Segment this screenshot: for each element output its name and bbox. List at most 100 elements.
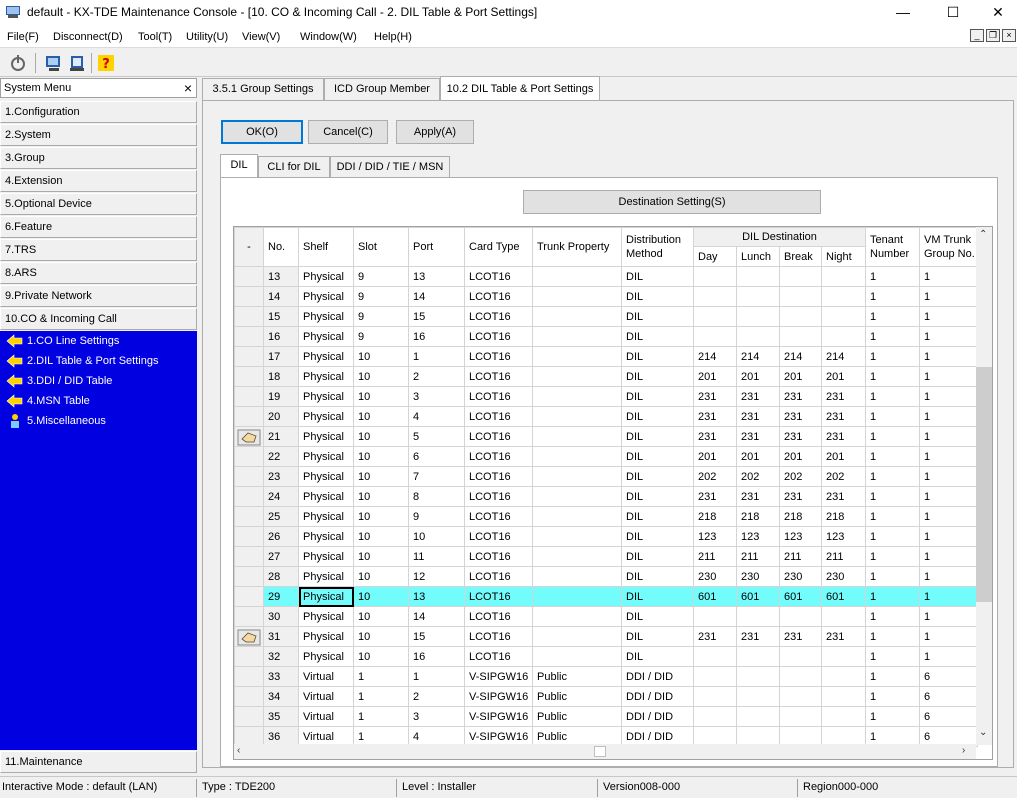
row-selector[interactable] xyxy=(234,486,264,507)
scroll-left-icon[interactable]: ‹ xyxy=(237,745,240,756)
cell-break[interactable] xyxy=(779,286,822,307)
cell-lunch[interactable] xyxy=(736,306,780,327)
cell-slot[interactable]: 10 xyxy=(353,426,409,447)
cell-slot[interactable]: 10 xyxy=(353,506,409,527)
cell-port[interactable]: 15 xyxy=(408,626,465,647)
cell-vm-trunk-group[interactable]: 1 xyxy=(919,486,978,507)
row-selector[interactable] xyxy=(234,326,264,347)
mdi-close-icon[interactable]: × xyxy=(1002,29,1016,42)
cell-vm-trunk-group[interactable]: 1 xyxy=(919,286,978,307)
cell-night[interactable]: 230 xyxy=(821,566,866,587)
cell-card-type[interactable]: LCOT16 xyxy=(464,646,533,667)
cell-card-type[interactable]: LCOT16 xyxy=(464,346,533,367)
menu-disconnect[interactable]: Disconnect(D) xyxy=(53,31,123,43)
cell-vm-trunk-group[interactable]: 1 xyxy=(919,326,978,347)
cell-vm-trunk-group[interactable]: 1 xyxy=(919,406,978,427)
cell-vm-trunk-group[interactable]: 1 xyxy=(919,566,978,587)
cell-tenant-number[interactable]: 1 xyxy=(865,306,920,327)
table-row[interactable]: 22 Physical 10 6 LCOT16 DIL 201 201 201 201 1 1 xyxy=(234,446,978,467)
cell-lunch[interactable]: 202 xyxy=(736,466,780,487)
cell-night[interactable]: 601 xyxy=(821,586,866,607)
maximize-button[interactable]: ☐ xyxy=(930,0,976,26)
cell-trunk-property[interactable] xyxy=(532,626,622,647)
cell-port[interactable]: 12 xyxy=(408,566,465,587)
cell-night[interactable] xyxy=(821,666,866,687)
row-selector[interactable] xyxy=(234,266,264,287)
sidebar-item-extension[interactable]: 4.Extension xyxy=(0,170,197,192)
row-selector[interactable] xyxy=(234,426,264,447)
sidebar-item-feature[interactable]: 6.Feature xyxy=(0,216,197,238)
cell-night[interactable] xyxy=(821,326,866,347)
cell-tenant-number[interactable]: 1 xyxy=(865,566,920,587)
cell-slot[interactable]: 10 xyxy=(353,546,409,567)
cell-port[interactable]: 3 xyxy=(408,706,465,727)
cell-distribution-method[interactable]: DIL xyxy=(621,646,694,667)
cell-slot[interactable]: 9 xyxy=(353,306,409,327)
cell-day[interactable]: 123 xyxy=(693,526,737,547)
cell-port[interactable]: 1 xyxy=(408,666,465,687)
cell-shelf[interactable]: Physical xyxy=(298,646,354,667)
cell-distribution-method[interactable]: DIL xyxy=(621,426,694,447)
cell-distribution-method[interactable]: DIL xyxy=(621,606,694,627)
cell-night[interactable] xyxy=(821,686,866,707)
close-button[interactable]: ✕ xyxy=(975,0,1017,26)
cell-trunk-property[interactable] xyxy=(532,366,622,387)
cell-vm-trunk-group[interactable]: 1 xyxy=(919,446,978,467)
cell-port[interactable]: 14 xyxy=(408,286,465,307)
row-selector[interactable] xyxy=(234,526,264,547)
cell-distribution-method[interactable]: DIL xyxy=(621,466,694,487)
row-selector[interactable] xyxy=(234,566,264,587)
cell-distribution-method[interactable]: DIL xyxy=(621,526,694,547)
cell-tenant-number[interactable]: 1 xyxy=(865,586,920,607)
table-row[interactable]: 26 Physical 10 10 LCOT16 DIL 123 123 123 123 1 1 xyxy=(234,526,978,547)
row-selector[interactable] xyxy=(234,506,264,527)
cell-day[interactable]: 231 xyxy=(693,426,737,447)
cell-shelf[interactable]: Physical xyxy=(298,446,354,467)
table-row[interactable]: 21 Physical 10 5 LCOT16 DIL 231 231 231 231 1 1 xyxy=(234,426,978,447)
horizontal-scroll-thumb[interactable] xyxy=(594,746,606,757)
table-row[interactable]: 35 Virtual 1 3 V-SIPGW16 Public DDI / DID 1 6 xyxy=(234,706,978,727)
cell-lunch[interactable] xyxy=(736,326,780,347)
cell-trunk-property[interactable] xyxy=(532,466,622,487)
cell-trunk-property[interactable]: Public xyxy=(532,706,622,727)
row-selector[interactable] xyxy=(234,626,264,647)
cell-slot[interactable]: 10 xyxy=(353,406,409,427)
sidebar-item-configuration[interactable]: 1.Configuration xyxy=(0,101,197,123)
destination-setting-button[interactable]: Destination Setting(S) xyxy=(523,190,821,214)
table-row[interactable]: 13 Physical 9 13 LCOT16 DIL 1 1 xyxy=(234,266,978,287)
cell-shelf[interactable]: Physical xyxy=(298,466,354,487)
cell-slot[interactable]: 10 xyxy=(353,646,409,667)
cell-lunch[interactable]: 231 xyxy=(736,386,780,407)
cell-tenant-number[interactable]: 1 xyxy=(865,666,920,687)
cell-slot[interactable]: 10 xyxy=(353,526,409,547)
cell-trunk-property[interactable] xyxy=(532,566,622,587)
cell-distribution-method[interactable]: DIL xyxy=(621,406,694,427)
cell-lunch[interactable] xyxy=(736,646,780,667)
cell-night[interactable]: 211 xyxy=(821,546,866,567)
cell-break[interactable]: 231 xyxy=(779,626,822,647)
cell-break[interactable]: 231 xyxy=(779,386,822,407)
cell-shelf[interactable]: Physical xyxy=(298,486,354,507)
table-row[interactable]: 16 Physical 9 16 LCOT16 DIL 1 1 xyxy=(234,326,978,347)
row-selector[interactable] xyxy=(234,366,264,387)
row-selector[interactable] xyxy=(234,606,264,627)
sidebar-item-group[interactable]: 3.Group xyxy=(0,147,197,169)
cell-tenant-number[interactable]: 1 xyxy=(865,686,920,707)
cell-slot[interactable]: 9 xyxy=(353,326,409,347)
cell-night[interactable]: 201 xyxy=(821,446,866,467)
cell-tenant-number[interactable]: 1 xyxy=(865,326,920,347)
cell-trunk-property[interactable] xyxy=(532,606,622,627)
sidebar-item-maintenance[interactable]: 11.Maintenance xyxy=(0,751,197,773)
cell-day[interactable] xyxy=(693,606,737,627)
cell-trunk-property[interactable] xyxy=(532,326,622,347)
cell-port[interactable]: 2 xyxy=(408,686,465,707)
sidebar-item-trs[interactable]: 7.TRS xyxy=(0,239,197,261)
cell-tenant-number[interactable]: 1 xyxy=(865,546,920,567)
header-trunk-property[interactable]: Trunk Property xyxy=(532,227,622,267)
tab-group-settings[interactable]: 3.5.1 Group Settings xyxy=(202,78,324,100)
cell-day[interactable]: 231 xyxy=(693,406,737,427)
cell-card-type[interactable]: LCOT16 xyxy=(464,546,533,567)
cell-day[interactable]: 202 xyxy=(693,466,737,487)
cell-vm-trunk-group[interactable]: 6 xyxy=(919,686,978,707)
cell-slot[interactable]: 10 xyxy=(353,386,409,407)
